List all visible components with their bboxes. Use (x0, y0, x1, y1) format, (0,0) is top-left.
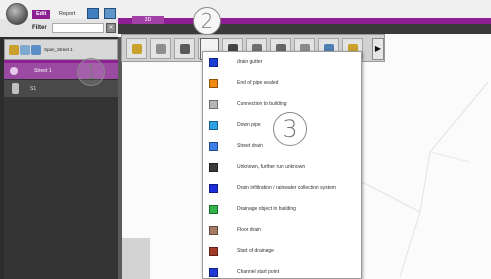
object-type-icon (209, 205, 218, 214)
toolbar-more-button[interactable]: ▶ (372, 38, 384, 60)
network-icon[interactable] (20, 45, 30, 55)
tree-toolbar: Span_Street 1 (4, 39, 118, 60)
canvas-sketch-lines (361, 81, 489, 278)
object-type-icon (209, 247, 218, 256)
menu-item-label: Down pipe (237, 122, 261, 128)
menu-item[interactable]: Unknown, further run unknown (203, 157, 361, 178)
menu-item[interactable]: End of pipe sealed (203, 73, 361, 94)
folder-icon[interactable] (9, 45, 19, 55)
menu-item[interactable]: Connection to building (203, 94, 361, 115)
menu-item[interactable]: Channel start point (203, 262, 361, 279)
tab-3d[interactable]: 3D (132, 16, 164, 24)
menu-item-label: Floor drain (237, 227, 261, 233)
menu-item[interactable]: Start of drainage (203, 241, 361, 262)
tree-item-label: S1 (30, 86, 37, 92)
object-type-icon (209, 268, 218, 277)
menu-item-label: Street drain (237, 143, 263, 149)
menu-item-label: End of pipe sealed (237, 80, 279, 86)
pipe-tool-icon (132, 44, 142, 54)
object-type-icon (209, 226, 218, 235)
menu-item-label: Connection to building (237, 101, 287, 107)
menu-item-label: drain gutter (237, 59, 263, 65)
menu-item[interactable]: Drain infiltration / rainwater collectio… (203, 178, 361, 199)
menu-item[interactable]: Floor drain (203, 220, 361, 241)
application-menu-button[interactable] (6, 3, 28, 25)
menu-item-label: Unknown, further run unknown (237, 164, 306, 170)
street-icon (10, 67, 18, 75)
tree-item-label: Street 1 (34, 68, 52, 74)
object-type-icon (209, 79, 218, 88)
tab-report[interactable]: Report (55, 10, 80, 19)
filter-label: Filter (32, 25, 47, 31)
callout-1: 1 (77, 58, 105, 86)
object-type-icon (209, 163, 218, 172)
ribbon-window-icon[interactable] (87, 8, 99, 19)
object-type-icon (209, 121, 218, 130)
ribbon-layout-icon[interactable] (104, 8, 116, 19)
shaft-icon (12, 83, 19, 94)
menu-item[interactable]: Drainage object in building (203, 199, 361, 220)
menu-item-label: Drainage object in building (237, 206, 296, 212)
object-type-icon (209, 184, 218, 193)
object-tool-button[interactable] (150, 38, 171, 59)
canvas-overlay-panel (122, 238, 150, 279)
object-tool-icon (156, 44, 166, 54)
menu-item[interactable]: drain gutter (203, 52, 361, 73)
shaft-tool-button[interactable] (174, 38, 195, 59)
filter-clear-icon[interactable]: ✕ (106, 23, 116, 33)
view-header (118, 24, 491, 34)
menu-item-label: Drain infiltration / rainwater collectio… (237, 185, 336, 191)
menu-item-label: Start of drainage (237, 248, 274, 254)
callout-3: 3 (273, 112, 307, 146)
callout-2: 2 (193, 7, 221, 35)
object-type-menu: drain gutter End of pipe sealed Connection… (202, 51, 362, 279)
object-type-icon (209, 58, 218, 67)
object-type-icon (209, 142, 218, 151)
pipe-tool-button[interactable] (126, 38, 147, 59)
tree-item-s1[interactable]: S1 (4, 80, 118, 97)
filter-input[interactable] (52, 23, 104, 33)
object-type-icon (209, 100, 218, 109)
tree-empty-area (4, 97, 118, 279)
refresh-icon[interactable] (31, 45, 41, 55)
tree-toolbar-label: Span_Street 1 (44, 47, 73, 52)
shaft-tool-icon (180, 44, 190, 54)
menu-item-label: Channel start point (237, 269, 279, 275)
tab-edit[interactable]: Edit (32, 10, 51, 19)
